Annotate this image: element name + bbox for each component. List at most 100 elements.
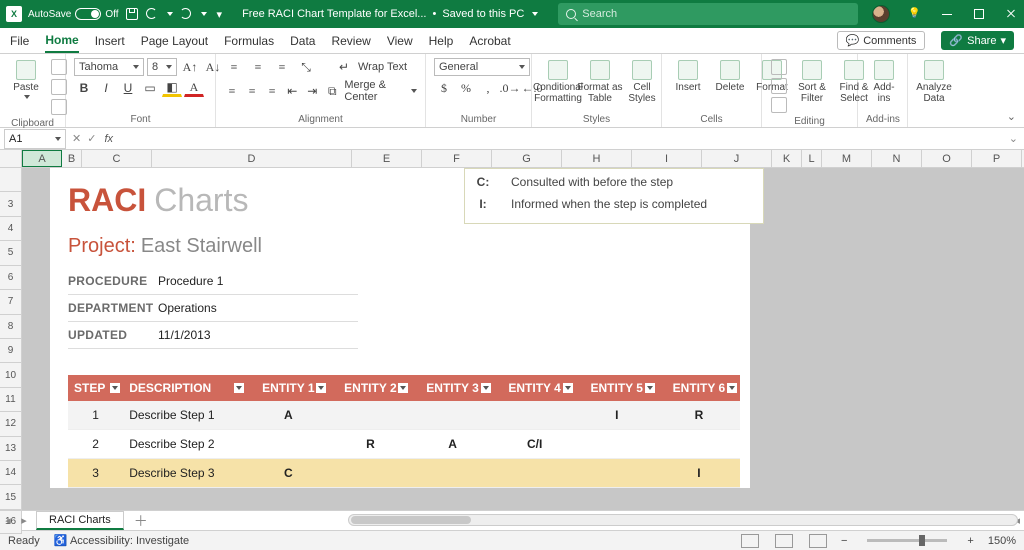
filter-dropdown-icon[interactable]: [398, 383, 408, 393]
tab-acrobat[interactable]: Acrobat: [469, 30, 510, 52]
table-row[interactable]: 2Describe Step 2RAC/I: [68, 430, 740, 459]
analyze-data-button[interactable]: Analyze Data: [916, 58, 952, 106]
row-header-6[interactable]: 6: [0, 266, 22, 290]
align-bottom-icon[interactable]: ≡: [272, 58, 292, 76]
zoom-level[interactable]: 150%: [988, 535, 1016, 547]
view-page-layout-icon[interactable]: [775, 534, 793, 548]
col-entity-6[interactable]: ENTITY 6: [658, 375, 740, 401]
save-icon[interactable]: [125, 7, 139, 21]
merge-center-button[interactable]: ⧉: [324, 82, 340, 100]
align-middle-icon[interactable]: ≡: [248, 58, 268, 76]
col-header-E[interactable]: E: [352, 150, 422, 167]
inc-decimal-button[interactable]: .0→: [500, 79, 520, 97]
col-header-L[interactable]: L: [802, 150, 822, 167]
col-header-C[interactable]: C: [82, 150, 152, 167]
sort-filter-button[interactable]: Sort & Filter: [794, 58, 830, 106]
col-description[interactable]: DESCRIPTION: [123, 375, 247, 401]
table-row[interactable]: 3Describe Step 3CI: [68, 459, 740, 488]
indent-dec-icon[interactable]: ⇤: [284, 82, 300, 100]
zoom-out-button[interactable]: −: [841, 535, 847, 547]
copy-icon[interactable]: [51, 79, 67, 95]
expand-formula-bar-icon[interactable]: ⌄: [1003, 132, 1024, 145]
row-header-8[interactable]: 8: [0, 315, 22, 339]
col-header-K[interactable]: K: [772, 150, 802, 167]
col-header-G[interactable]: G: [492, 150, 562, 167]
tab-file[interactable]: File: [10, 30, 29, 52]
italic-button[interactable]: I: [96, 79, 116, 97]
fx-icon[interactable]: fx: [104, 133, 113, 145]
delete-cells-button[interactable]: Delete: [712, 58, 748, 95]
bold-button[interactable]: B: [74, 79, 94, 97]
col-header-B[interactable]: B: [62, 150, 82, 167]
col-header-H[interactable]: H: [562, 150, 632, 167]
col-entity-5[interactable]: ENTITY 5: [576, 375, 658, 401]
col-header-A[interactable]: A: [22, 150, 62, 167]
font-size-combo[interactable]: 8: [147, 58, 177, 76]
row-header-5[interactable]: 5: [0, 241, 22, 265]
align-center-icon[interactable]: ≡: [244, 82, 260, 100]
zoom-slider[interactable]: [867, 539, 947, 542]
search-input[interactable]: Search: [558, 3, 858, 25]
format-painter-icon[interactable]: [51, 99, 67, 115]
tab-insert[interactable]: Insert: [95, 30, 125, 52]
align-left-icon[interactable]: ≡: [224, 82, 240, 100]
cell-styles-button[interactable]: Cell Styles: [624, 58, 660, 106]
increase-font-icon[interactable]: A↑: [180, 58, 200, 76]
account-avatar[interactable]: [872, 5, 890, 23]
comments-button[interactable]: 💬 Comments: [837, 31, 926, 50]
document-title[interactable]: Free RACI Chart Template for Excel... • …: [242, 8, 538, 20]
tab-nav-prev[interactable]: ◂: [0, 514, 16, 527]
row-header-[interactable]: [0, 168, 22, 192]
autosum-icon[interactable]: [771, 59, 787, 75]
tab-review[interactable]: Review: [331, 30, 370, 52]
name-box[interactable]: A1: [4, 129, 66, 149]
fill-icon[interactable]: [771, 78, 787, 94]
row-header-12[interactable]: 12: [0, 412, 22, 436]
redo-caret-icon[interactable]: [201, 12, 207, 16]
tab-page-layout[interactable]: Page Layout: [141, 30, 208, 52]
undo-icon[interactable]: [145, 7, 159, 21]
col-step[interactable]: STEP: [68, 375, 123, 401]
row-header-3[interactable]: 3: [0, 192, 22, 216]
paste-button[interactable]: Paste: [8, 58, 44, 101]
clear-icon[interactable]: [771, 97, 787, 113]
conditional-formatting-button[interactable]: Conditional Formatting: [540, 58, 576, 106]
coming-soon-icon[interactable]: [908, 7, 922, 21]
tab-data[interactable]: Data: [290, 30, 315, 52]
row-header-14[interactable]: 14: [0, 461, 22, 485]
row-header-4[interactable]: 4: [0, 217, 22, 241]
col-header-F[interactable]: F: [422, 150, 492, 167]
enter-formula-icon[interactable]: ✓: [87, 132, 96, 145]
percent-button[interactable]: %: [456, 79, 476, 97]
filter-dropdown-icon[interactable]: [727, 383, 737, 393]
grid-canvas[interactable]: RACI Charts Project: East Stairwell PROC…: [22, 168, 1024, 510]
collapse-ribbon-icon[interactable]: ⌄: [999, 106, 1024, 127]
undo-caret-icon[interactable]: [167, 12, 173, 16]
col-entity-1[interactable]: ENTITY 1: [247, 375, 329, 401]
wrap-text-button[interactable]: ↵: [334, 58, 354, 76]
merge-center-label[interactable]: Merge & Center: [344, 79, 405, 103]
orientation-icon[interactable]: ⤡: [296, 58, 316, 76]
worksheet-area[interactable]: ABCDEFGHIJKLMNOP 345678910111213141516 R…: [0, 150, 1024, 510]
col-entity-3[interactable]: ENTITY 3: [411, 375, 493, 401]
tab-formulas[interactable]: Formulas: [224, 30, 274, 52]
insert-cells-button[interactable]: Insert: [670, 58, 706, 95]
filter-dropdown-icon[interactable]: [110, 383, 120, 393]
col-header-O[interactable]: O: [922, 150, 972, 167]
tab-nav-next[interactable]: ▸: [16, 514, 32, 527]
row-header-15[interactable]: 15: [0, 485, 22, 509]
filter-dropdown-icon[interactable]: [563, 383, 573, 393]
filter-dropdown-icon[interactable]: [316, 383, 326, 393]
view-page-break-icon[interactable]: [809, 534, 827, 548]
font-color-button[interactable]: A: [184, 79, 204, 97]
filter-dropdown-icon[interactable]: [645, 383, 655, 393]
row-header-10[interactable]: 10: [0, 363, 22, 387]
format-as-table-button[interactable]: Format as Table: [582, 58, 618, 106]
cut-icon[interactable]: [51, 59, 67, 75]
underline-button[interactable]: U: [118, 79, 138, 97]
tab-view[interactable]: View: [387, 30, 413, 52]
accessibility-status[interactable]: ♿ Accessibility: Investigate: [54, 534, 189, 547]
tab-help[interactable]: Help: [429, 30, 454, 52]
row-header-11[interactable]: 11: [0, 388, 22, 412]
row-header-9[interactable]: 9: [0, 339, 22, 363]
